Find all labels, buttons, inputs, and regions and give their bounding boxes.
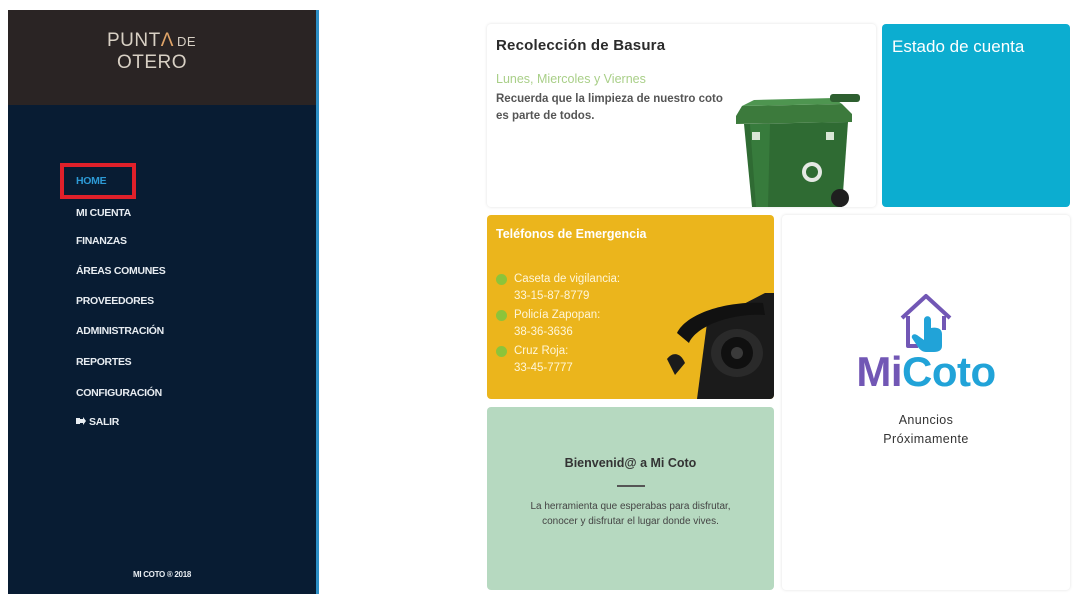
brand-line2: OTERO [117,52,188,73]
garbage-card-message: Recuerda que la limpieza de nuestro coto… [496,93,723,122]
bullet-icon [496,310,507,321]
brand-header: PUNTΛ DE OTERO [8,10,316,105]
welcome-divider [617,485,645,487]
emergency-phones-card[interactable]: Teléfonos de Emergencia Caseta de vigila… [487,215,774,399]
emergency-contact-list: Caseta de vigilancia: 33-15-87-8779 Poli… [496,271,666,379]
contact-number: 33-15-87-8779 [514,290,590,302]
contact-name-text: Policía Zapopan: [514,309,601,321]
garbage-card-days: Lunes, Miercoles y Viernes [496,72,646,86]
micoto-announcements-card[interactable]: MiCoto Anuncios Próximamente [782,215,1070,590]
micoto-logo-mi: Mi [856,348,902,395]
bullet-icon [496,274,507,285]
contact-name: Policía Zapopan: [496,307,666,323]
emergency-phones-title: Teléfonos de Emergencia [496,227,647,241]
brand-accent: Λ [160,30,174,51]
account-status-title: Estado de cuenta [892,37,1025,56]
welcome-text: La herramienta que esperabas para disfru… [530,501,731,527]
sidebar-item-salir-label: SALIR [89,416,120,428]
brand-line1: PUNT [107,30,161,51]
sidebar-item-salir[interactable]: SALIR [76,413,119,431]
contact-name-text: Cruz Roja: [514,345,569,357]
sidebar-item-administracion[interactable]: ADMINISTRACIÓN [76,322,164,340]
brand-de: DE [176,34,196,49]
bullet-icon [496,346,507,357]
contact-name-text: Caseta de vigilancia: [514,273,621,285]
contact-name: Caseta de vigilancia: [496,271,666,287]
contact-number: 33-45-7777 [514,362,573,374]
account-status-card[interactable]: Estado de cuenta [882,24,1070,207]
sidebar-item-mi-cuenta[interactable]: MI CUENTA [76,204,131,222]
welcome-title: Bienvenid@ a Mi Coto [564,456,697,470]
sidebar-item-reportes[interactable]: REPORTES [76,353,132,371]
trash-bin-image [736,94,860,207]
brand-logo[interactable]: PUNTΛ DE OTERO [107,30,196,73]
sidebar-item-home[interactable]: HOME [76,172,107,190]
sidebar-item-areas-comunes[interactable]: ÁREAS COMUNES [76,262,166,280]
micoto-logo: MiCoto [782,348,1070,396]
telephone-image [667,293,774,399]
sidebar-item-finanzas[interactable]: FINANZAS [76,232,127,250]
contact-name: Cruz Roja: [496,343,666,359]
sidebar-footer: MI COTO ® 2018 [132,570,191,579]
sidebar-item-proveedores[interactable]: PROVEEDORES [76,292,154,310]
sidebar: PUNTΛ DE OTERO HOME MI CUENTA FINANZAS ÁR… [8,10,319,594]
sidebar-item-configuracion[interactable]: CONFIGURACIÓN [76,384,162,402]
announcements-label: Anuncios [898,413,954,427]
garbage-card-title: Recolección de Basura [496,37,666,54]
welcome-card: Bienvenid@ a Mi Coto La herramienta que … [487,407,774,590]
garbage-collection-card[interactable]: Recolección de Basura Lunes, Miercoles y… [487,24,876,207]
micoto-logo-coto: Coto [902,348,996,395]
logout-icon [76,417,86,425]
house-touch-icon [900,294,952,352]
coming-soon-label: Próximamente [883,432,969,446]
contact-number: 38-36-3636 [514,326,573,338]
app-page: PUNTΛ DE OTERO HOME MI CUENTA FINANZAS ÁR… [0,0,1073,595]
